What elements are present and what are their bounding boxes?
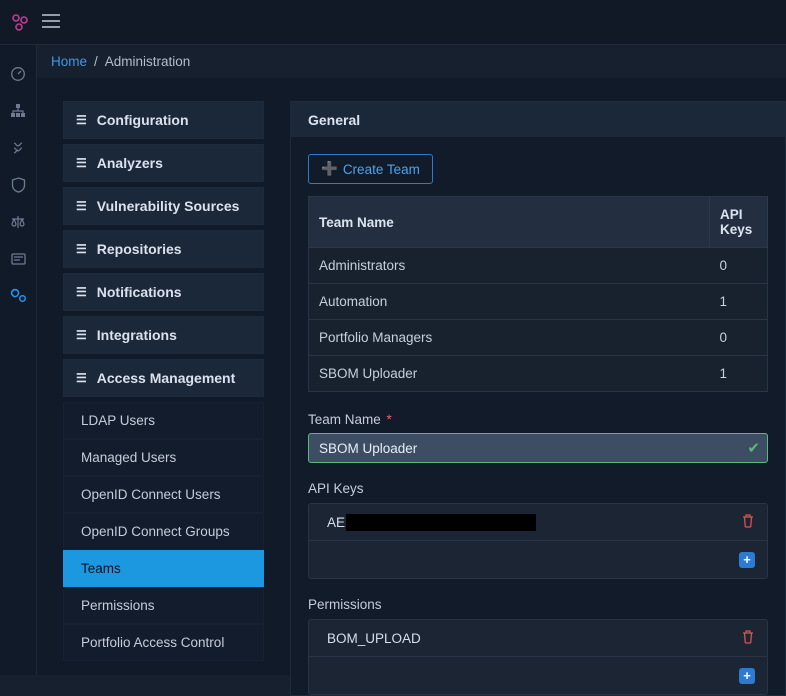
- left-icon-rail: [0, 45, 37, 675]
- nav-group-configuration[interactable]: ☰Configuration: [63, 101, 264, 139]
- table-row[interactable]: SBOM Uploader1: [309, 356, 768, 392]
- col-team-name[interactable]: Team Name: [309, 197, 710, 248]
- api-keys-list: AE +: [308, 503, 768, 579]
- plus-icon: ➕: [321, 161, 338, 177]
- nav-group-notifications[interactable]: ☰Notifications: [63, 273, 264, 311]
- breadcrumb: Home / Administration: [37, 45, 786, 78]
- team-name-input[interactable]: [308, 433, 768, 463]
- list-icon: ☰: [76, 371, 87, 385]
- teams-table: Team Name API Keys Administrators0 Autom…: [308, 196, 768, 392]
- panel-body: ➕ Create Team Team Name API Keys Adminis…: [291, 137, 785, 695]
- breadcrumb-current: Administration: [105, 54, 191, 69]
- nav-group-access-management[interactable]: ☰Access Management: [63, 359, 264, 397]
- content-panel: General ➕ Create Team Team Name API Keys…: [290, 101, 786, 675]
- add-icon[interactable]: +: [739, 668, 755, 684]
- col-api-keys[interactable]: API Keys: [710, 197, 768, 248]
- nav-group-analyzers[interactable]: ☰Analyzers: [63, 144, 264, 182]
- rail-admin-icon[interactable]: [0, 277, 37, 314]
- permission-row: BOM_UPLOAD: [309, 620, 767, 657]
- nav-sub-access-management: LDAP Users Managed Users OpenID Connect …: [63, 402, 264, 661]
- check-icon: ✔: [747, 439, 760, 457]
- nav-sub-openid-users[interactable]: OpenID Connect Users: [63, 476, 264, 513]
- nav-sub-portfolio-access-control[interactable]: Portfolio Access Control: [63, 624, 264, 661]
- api-key-value: AE: [327, 514, 536, 531]
- list-icon: ☰: [76, 156, 87, 170]
- rail-licenses-icon[interactable]: [0, 203, 37, 240]
- add-icon[interactable]: +: [739, 552, 755, 568]
- panel-title: General: [291, 102, 785, 137]
- list-icon: ☰: [76, 113, 87, 127]
- nav-sub-permissions[interactable]: Permissions: [63, 587, 264, 624]
- hamburger-icon[interactable]: [42, 14, 60, 31]
- list-icon: ☰: [76, 242, 87, 256]
- team-name-label: Team Name *: [308, 412, 768, 427]
- nav-group-integrations[interactable]: ☰Integrations: [63, 316, 264, 354]
- permissions-list: BOM_UPLOAD +: [308, 619, 768, 695]
- rail-dashboard-icon[interactable]: [0, 55, 37, 92]
- nav-sub-ldap-users[interactable]: LDAP Users: [63, 402, 264, 439]
- list-icon: ☰: [76, 199, 87, 213]
- app-logo: [10, 12, 30, 32]
- redacted-icon: [346, 514, 536, 531]
- trash-icon[interactable]: [741, 629, 755, 647]
- general-panel: General ➕ Create Team Team Name API Keys…: [290, 101, 786, 696]
- top-bar: [0, 0, 786, 45]
- main-area: ☰Configuration ☰Analyzers ☰Vulnerability…: [37, 78, 786, 675]
- rail-policy-icon[interactable]: [0, 240, 37, 277]
- permissions-label: Permissions: [308, 597, 768, 612]
- permission-value: BOM_UPLOAD: [327, 631, 421, 646]
- rail-vulnerabilities-icon[interactable]: [0, 166, 37, 203]
- api-key-add-row: +: [309, 541, 767, 578]
- api-keys-label: API Keys: [308, 481, 768, 496]
- table-row[interactable]: Portfolio Managers0: [309, 320, 768, 356]
- nav-sub-openid-groups[interactable]: OpenID Connect Groups: [63, 513, 264, 550]
- list-icon: ☰: [76, 328, 87, 342]
- nav-group-vulnerability-sources[interactable]: ☰Vulnerability Sources: [63, 187, 264, 225]
- rail-components-icon[interactable]: [0, 129, 37, 166]
- settings-nav: ☰Configuration ☰Analyzers ☰Vulnerability…: [63, 101, 264, 675]
- breadcrumb-home[interactable]: Home: [51, 54, 87, 69]
- trash-icon[interactable]: [741, 513, 755, 531]
- list-icon: ☰: [76, 285, 87, 299]
- nav-sub-managed-users[interactable]: Managed Users: [63, 439, 264, 476]
- create-team-button[interactable]: ➕ Create Team: [308, 154, 433, 184]
- api-key-row: AE: [309, 504, 767, 541]
- team-name-section: Team Name * ✔: [308, 412, 768, 463]
- rail-projects-icon[interactable]: [0, 92, 37, 129]
- nav-sub-teams[interactable]: Teams: [63, 550, 264, 587]
- breadcrumb-separator: /: [94, 54, 98, 69]
- nav-group-repositories[interactable]: ☰Repositories: [63, 230, 264, 268]
- permission-add-row: +: [309, 657, 767, 694]
- table-row[interactable]: Administrators0: [309, 248, 768, 284]
- table-row[interactable]: Automation1: [309, 284, 768, 320]
